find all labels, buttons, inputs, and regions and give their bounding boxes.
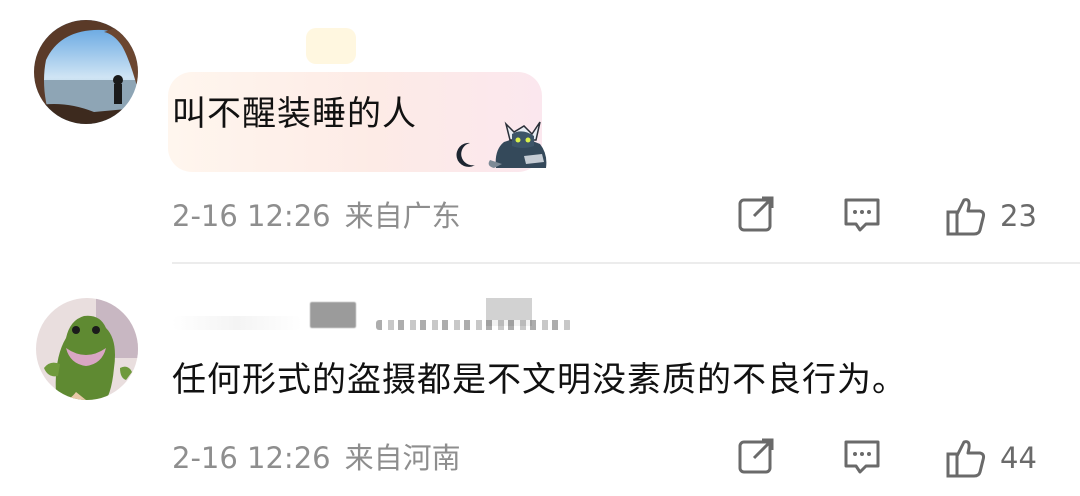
obscured-username	[172, 294, 572, 340]
comment-bubble-icon	[844, 440, 880, 474]
share-icon	[738, 196, 774, 232]
cave-sea-avatar-icon	[34, 20, 138, 124]
comment-bubble-icon	[844, 198, 880, 232]
share-button[interactable]	[736, 194, 776, 234]
redaction-shape	[172, 316, 302, 330]
comment-meta: 2-16 12:26 来自广东	[172, 196, 461, 236]
comment-location: 来自广东	[344, 199, 461, 233]
reply-button[interactable]	[842, 436, 882, 476]
comment-text: 叫不醒装睡的人	[172, 94, 417, 134]
comment-item: 任何形式的盗摄都是不文明没素质的不良行为。 2-16 12:26 来自河南 44	[0, 264, 1080, 496]
avatar[interactable]	[34, 20, 138, 124]
share-button[interactable]	[736, 436, 776, 476]
plush-dinosaur-avatar-icon	[36, 298, 138, 400]
thumbs-up-icon	[946, 440, 986, 478]
redaction-shape	[310, 302, 356, 328]
like-count: 23	[1000, 199, 1037, 233]
comment-item: 叫不醒装睡的人 2-16 12:26 来自广东 23	[0, 0, 1080, 262]
comment-meta: 2-16 12:26 来自河南	[172, 438, 461, 478]
thumbs-up-icon	[946, 198, 986, 236]
like-button[interactable]: 23	[944, 194, 1037, 238]
redaction-shape	[376, 320, 572, 330]
decoration-shape	[306, 28, 356, 64]
comment-time: 2-16 12:26	[172, 441, 331, 475]
like-count: 44	[1000, 441, 1037, 475]
reply-button[interactable]	[842, 194, 882, 234]
comment-time: 2-16 12:26	[172, 199, 331, 233]
like-button[interactable]: 44	[944, 436, 1037, 480]
share-icon	[738, 438, 774, 474]
cat-mascot-sticker-icon	[488, 121, 547, 168]
comment-text: 任何形式的盗摄都是不文明没素质的不良行为。	[172, 360, 907, 400]
comment-location: 来自河南	[344, 441, 461, 475]
avatar[interactable]	[36, 298, 138, 400]
moon-icon	[456, 142, 475, 167]
